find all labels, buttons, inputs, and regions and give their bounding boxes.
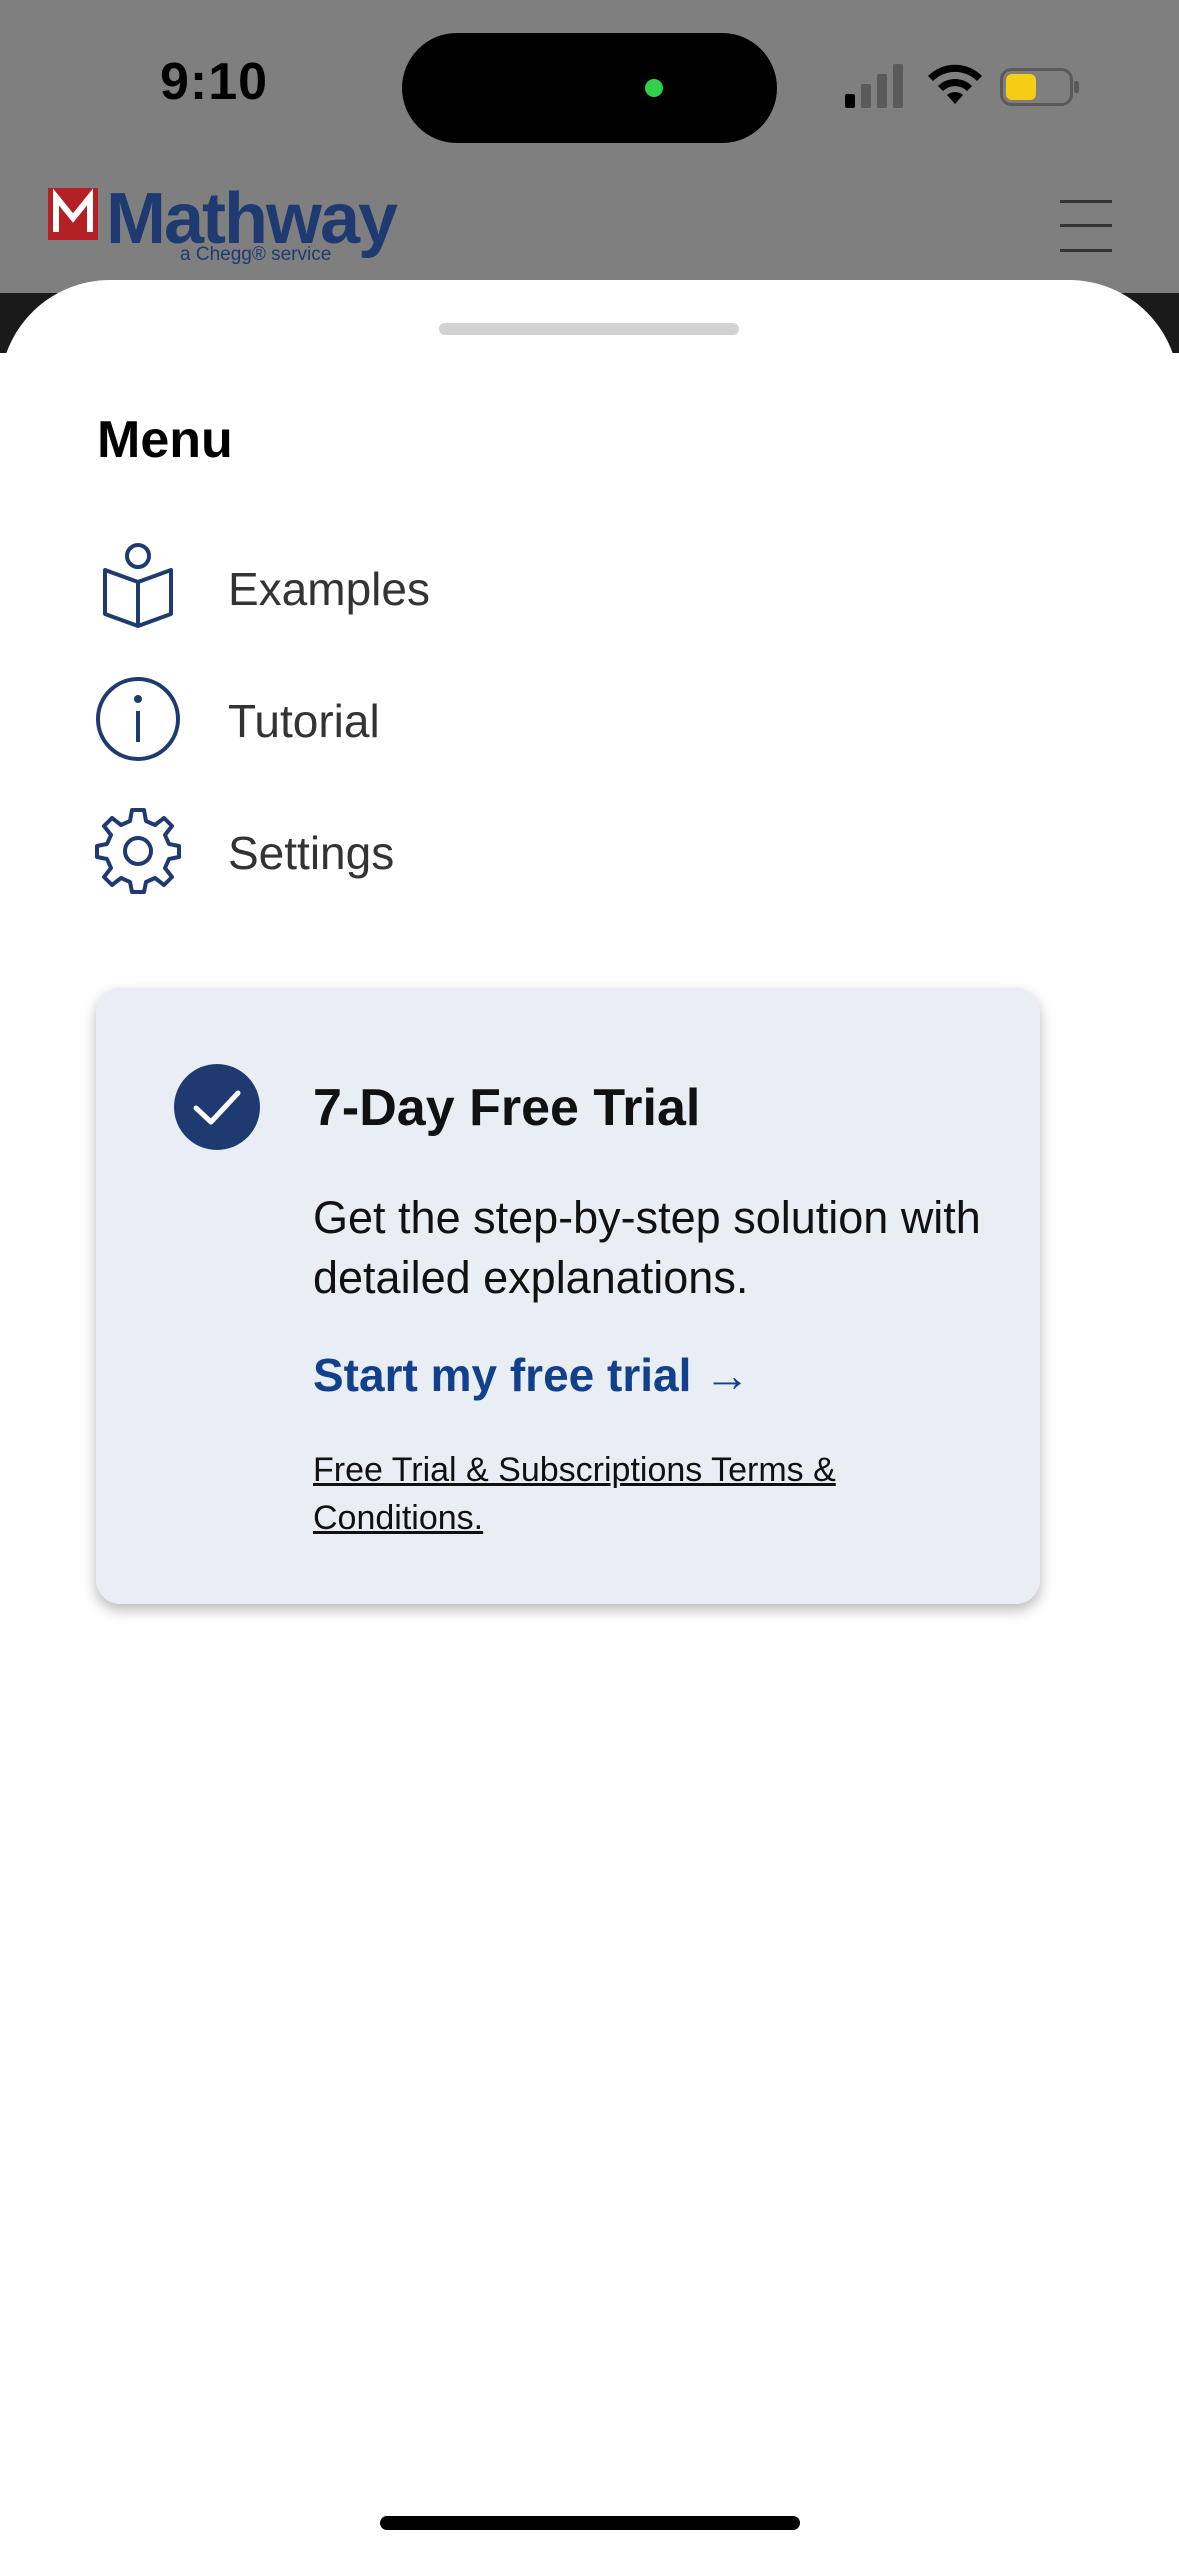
dynamic-island — [402, 33, 777, 143]
battery-icon — [1000, 68, 1079, 106]
menu-item-label: Tutorial — [228, 695, 380, 747]
start-free-trial-link[interactable]: Start my free trial → — [313, 1348, 750, 1402]
menu-item-label: Examples — [228, 563, 430, 615]
gear-icon — [95, 808, 181, 894]
status-time: 9:10 — [160, 53, 269, 111]
trial-title: 7-Day Free Trial — [313, 1079, 701, 1137]
checkmark-circle-icon — [174, 1064, 260, 1150]
camera-indicator-dot — [645, 79, 663, 97]
info-icon — [96, 677, 180, 761]
sheet-grabber-handle[interactable] — [439, 323, 739, 335]
wifi-icon — [928, 64, 982, 104]
menu-item-label: Settings — [228, 827, 395, 879]
menu-title: Menu — [97, 411, 233, 469]
free-trial-card: 7-Day Free Trial Get the step-by-step so… — [96, 988, 1040, 1604]
logo-subtext: a Chegg® service — [180, 244, 332, 265]
mathway-logo-icon — [48, 188, 98, 240]
background-page: 9:10 Mathway a Chegg® service — [0, 0, 1179, 353]
book-reader-icon — [103, 543, 173, 628]
home-indicator[interactable] — [380, 2516, 800, 2530]
terms-conditions-link[interactable]: Free Trial & Subscriptions Terms & Condi… — [313, 1446, 953, 1542]
menu-item-settings[interactable]: Settings — [93, 806, 693, 898]
cellular-signal-icon — [845, 64, 903, 108]
menu-item-examples[interactable]: Examples — [93, 542, 693, 634]
hamburger-menu-icon[interactable] — [1060, 198, 1112, 254]
menu-bottom-sheet: Menu Examples Tutorial Settings 7-Day Fr… — [0, 280, 1179, 2556]
menu-item-tutorial[interactable]: Tutorial — [93, 674, 693, 766]
trial-description: Get the step-by-step solution with detai… — [313, 1192, 981, 1303]
status-icons — [845, 62, 1085, 112]
mathway-logo: Mathway a Chegg® service — [48, 179, 398, 274]
